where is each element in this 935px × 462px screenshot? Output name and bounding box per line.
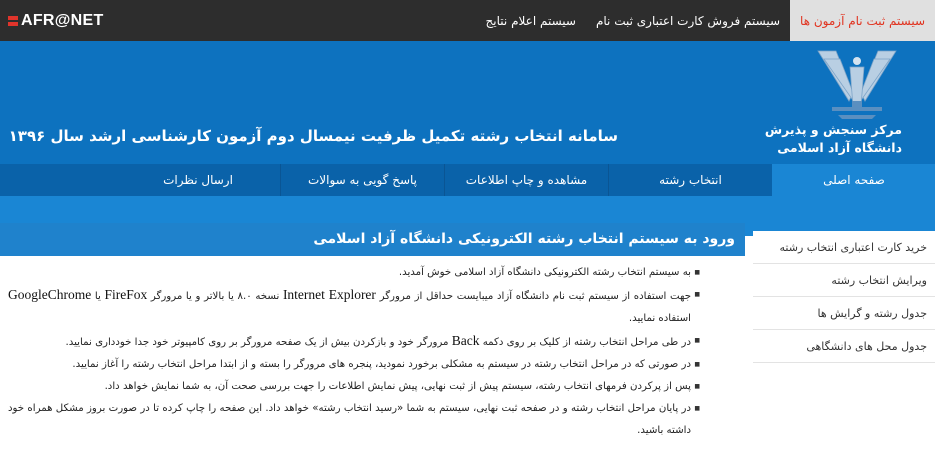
sidebar-item-buy-card[interactable]: خرید کارت اعتباری انتخاب رشته	[753, 231, 935, 264]
sidebar: خرید کارت اعتباری انتخاب رشته ویرایش انت…	[753, 231, 935, 363]
brand-mark-icon	[8, 16, 18, 26]
main-nav: صفحه اصلی انتخاب رشته مشاهده و چاپ اطلاع…	[0, 164, 935, 196]
browser-firefox: FireFox	[104, 287, 148, 302]
org-name-line1: مرکز سنجش و پذیرش	[764, 122, 902, 137]
instruction-item: جهت استفاده از سیستم ثبت نام دانشگاه آزا…	[8, 284, 700, 330]
instruction-item: در طی مراحل انتخاب رشته از کلیک بر روی د…	[8, 330, 700, 354]
nav-view-print[interactable]: مشاهده و چاپ اطلاعات	[444, 164, 608, 196]
nav-faq[interactable]: پاسخ گویی به سوالات	[280, 164, 444, 196]
site-header: مرکز سنجش و پذیرش دانشگاه آزاد اسلامی سا…	[0, 41, 935, 164]
content-body: به سیستم انتخاب رشته الکترونیکی دانشگاه …	[0, 256, 745, 462]
top-nav: سیستم ثبت نام آزمون ها سیستم فروش کارت ا…	[476, 0, 935, 41]
sidebar-item-fields-table[interactable]: جدول رشته و گرایش ها	[753, 297, 935, 330]
sidebar-item-edit-selection[interactable]: ویرایش انتخاب رشته	[753, 264, 935, 297]
org-name-line2: دانشگاه آزاد اسلامی	[777, 140, 902, 155]
top-bar: AFR@NET سیستم ثبت نام آزمون ها سیستم فرو…	[0, 0, 935, 41]
sidebar-item-locations-table[interactable]: جدول محل های دانشگاهی	[753, 330, 935, 363]
university-logo-icon[interactable]	[812, 45, 902, 121]
topnav-card-sales[interactable]: سیستم فروش کارت اعتباری ثبت نام	[586, 0, 790, 41]
brand-text: AFR@NET	[21, 12, 104, 29]
topnav-results[interactable]: سیستم اعلام نتایج	[476, 0, 586, 41]
instructions-list: به سیستم انتخاب رشته الکترونیکی دانشگاه …	[8, 262, 700, 442]
instruction-item: پس از پرکردن فرمهای انتخاب رشته، سیستم پ…	[8, 376, 700, 398]
instruction-item: در صورتی که در مراحل انتخاب رشته در سیست…	[8, 354, 700, 376]
org-name: مرکز سنجش و پذیرش دانشگاه آزاد اسلامی	[762, 121, 902, 157]
nav-feedback[interactable]: ارسال نظرات	[116, 164, 280, 196]
browser-ie: Internet Explorer	[282, 287, 376, 302]
browser-chrome: GoogleChrome	[8, 287, 92, 302]
brand-logo[interactable]: AFR@NET	[8, 11, 104, 31]
topnav-exam-registration[interactable]: سیستم ثبت نام آزمون ها	[790, 0, 935, 41]
content-title: ورود به سیستم انتخاب رشته الکترونیکی دان…	[0, 223, 745, 256]
instruction-item: در پایان مراحل انتخاب رشته و در صفحه ثبت…	[8, 398, 700, 442]
nav-field-selection[interactable]: انتخاب رشته	[608, 164, 772, 196]
nav-home[interactable]: صفحه اصلی	[772, 164, 935, 196]
instruction-item: به سیستم انتخاب رشته الکترونیکی دانشگاه …	[8, 262, 700, 284]
back-button-label: Back	[451, 333, 480, 348]
system-title: سامانه انتخاب رشته تکمیل ظرفیت نیمسال دو…	[8, 127, 618, 145]
